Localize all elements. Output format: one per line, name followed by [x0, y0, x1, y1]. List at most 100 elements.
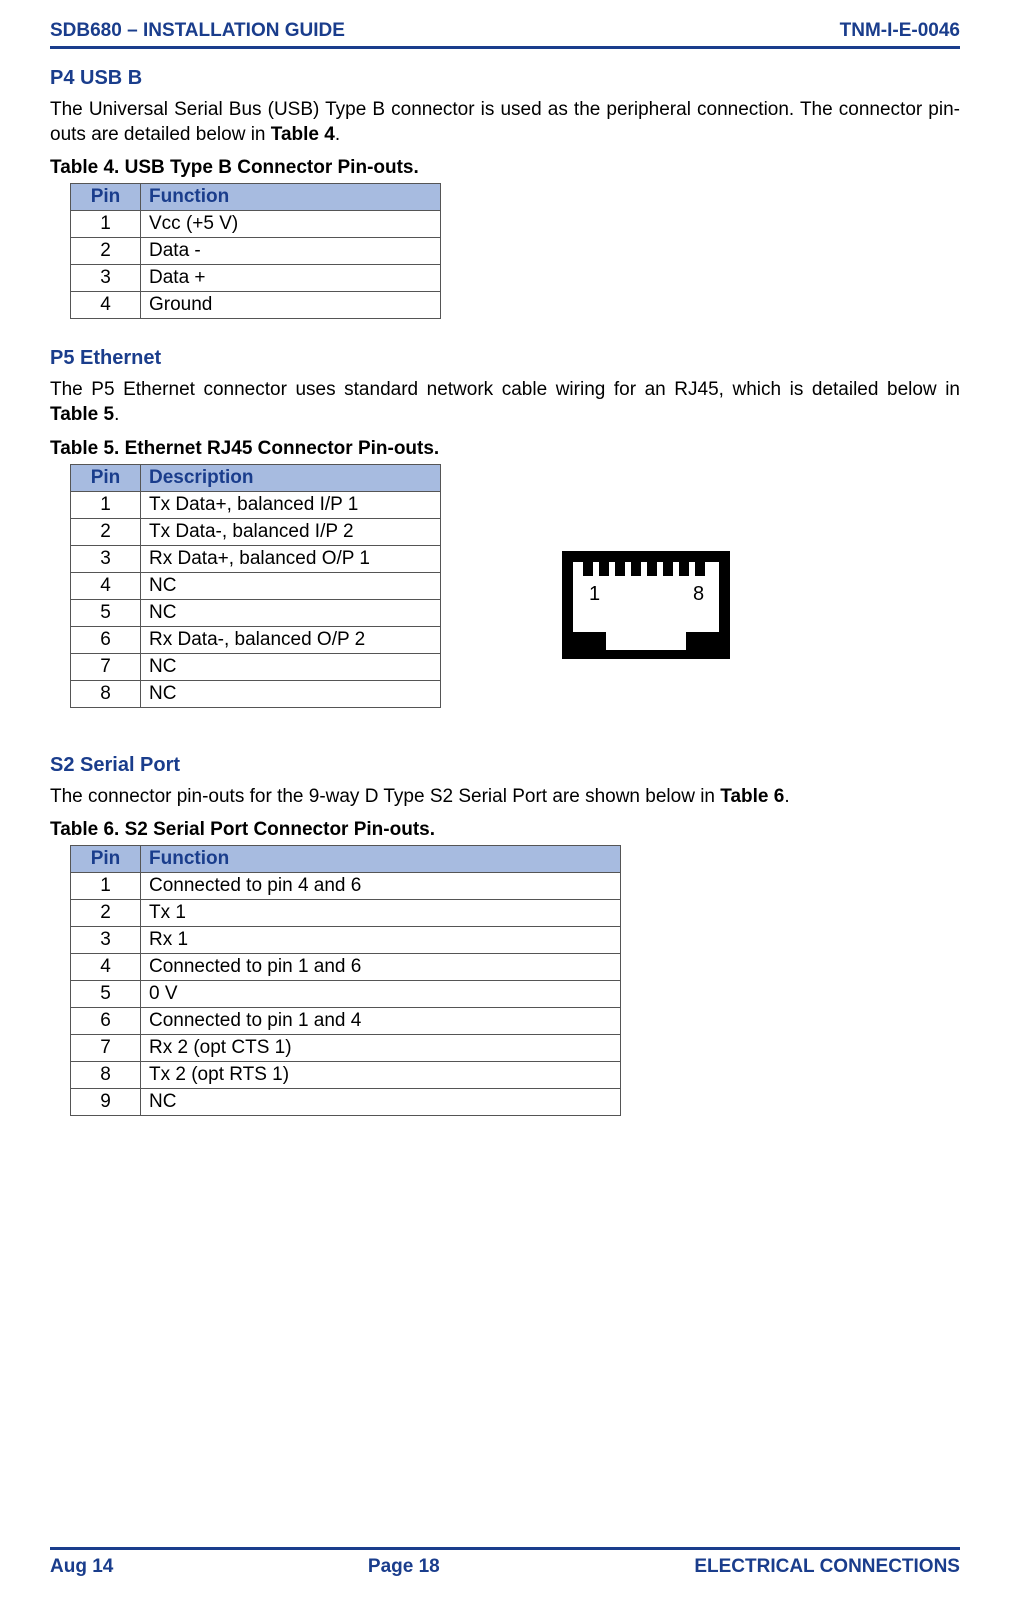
paragraph-ethernet: The P5 Ethernet connector uses standard … — [50, 378, 960, 427]
table-row: 9NC — [71, 1089, 621, 1116]
cell-pin: 4 — [71, 292, 141, 319]
rj45-connector-icon: 1 8 — [561, 550, 731, 660]
footer-page-number: Page 18 — [368, 1556, 440, 1578]
table5-header-desc: Description — [141, 464, 441, 491]
cell-pin: 1 — [71, 873, 141, 900]
table-row: 2Data - — [71, 238, 441, 265]
cell-pin: 7 — [71, 653, 141, 680]
cell-func: Connected to pin 1 and 4 — [141, 1008, 621, 1035]
paragraph-serial: The connector pin-outs for the 9-way D T… — [50, 785, 960, 810]
cell-pin: 6 — [71, 626, 141, 653]
table5-header-pin: Pin — [71, 464, 141, 491]
table-row: Pin Function — [71, 184, 441, 211]
cell-func: Connected to pin 1 and 6 — [141, 954, 621, 981]
cell-pin: 9 — [71, 1089, 141, 1116]
page-header: SDB680 – INSTALLATION GUIDE TNM-I-E-0046 — [50, 20, 960, 49]
table-row: 2Tx Data-, balanced I/P 2 — [71, 518, 441, 545]
cell-func: NC — [141, 1089, 621, 1116]
cell-pin: 2 — [71, 238, 141, 265]
header-title-left: SDB680 – INSTALLATION GUIDE — [50, 20, 345, 42]
table-row: 3Rx Data+, balanced O/P 1 — [71, 545, 441, 572]
cell-pin: 3 — [71, 265, 141, 292]
table6-header-func: Function — [141, 846, 621, 873]
table-row: 6Rx Data-, balanced O/P 2 — [71, 626, 441, 653]
eth-text-prefix: The P5 Ethernet connector uses standard … — [50, 379, 960, 400]
table-row: 4NC — [71, 572, 441, 599]
table4-header-func: Function — [141, 184, 441, 211]
cell-pin: 4 — [71, 572, 141, 599]
cell-pin: 7 — [71, 1035, 141, 1062]
cell-func: Rx Data-, balanced O/P 2 — [141, 626, 441, 653]
cell-func: NC — [141, 680, 441, 707]
cell-func: NC — [141, 572, 441, 599]
cell-pin: 6 — [71, 1008, 141, 1035]
cell-pin: 2 — [71, 900, 141, 927]
table6: Pin Function 1Connected to pin 4 and 6 2… — [70, 845, 621, 1116]
table-row: 1Tx Data+, balanced I/P 1 — [71, 491, 441, 518]
rj45-label-8: 8 — [693, 583, 704, 605]
cell-pin: 5 — [71, 599, 141, 626]
section-title-usb: P4 USB B — [50, 67, 960, 90]
cell-func: Rx Data+, balanced O/P 1 — [141, 545, 441, 572]
table-row: 50 V — [71, 981, 621, 1008]
table-row: 3Data + — [71, 265, 441, 292]
table-row: 6Connected to pin 1 and 4 — [71, 1008, 621, 1035]
cell-func: NC — [141, 599, 441, 626]
table4: Pin Function 1Vcc (+5 V) 2Data - 3Data +… — [70, 183, 441, 319]
page-footer: Aug 14 Page 18 ELECTRICAL CONNECTIONS — [50, 1547, 960, 1578]
table-row: 5NC — [71, 599, 441, 626]
cell-pin: 8 — [71, 1062, 141, 1089]
table6-header-pin: Pin — [71, 846, 141, 873]
cell-pin: 8 — [71, 680, 141, 707]
footer-date: Aug 14 — [50, 1556, 113, 1578]
cell-pin: 5 — [71, 981, 141, 1008]
table-row: 4Connected to pin 1 and 6 — [71, 954, 621, 981]
header-code-right: TNM-I-E-0046 — [840, 20, 960, 42]
table-row: 7Rx 2 (opt CTS 1) — [71, 1035, 621, 1062]
rj45-label-1: 1 — [589, 583, 600, 605]
table-row: 7NC — [71, 653, 441, 680]
cell-func: Vcc (+5 V) — [141, 211, 441, 238]
cell-func: Tx 2 (opt RTS 1) — [141, 1062, 621, 1089]
table-row: 2Tx 1 — [71, 900, 621, 927]
table-row: 8Tx 2 (opt RTS 1) — [71, 1062, 621, 1089]
cell-func: NC — [141, 653, 441, 680]
cell-func: Rx 2 (opt CTS 1) — [141, 1035, 621, 1062]
footer-section-name: ELECTRICAL CONNECTIONS — [694, 1556, 960, 1578]
usb-text-bold: Table 4 — [271, 124, 335, 145]
table6-caption: Table 6. S2 Serial Port Connector Pin-ou… — [50, 819, 960, 841]
eth-text-suffix: . — [114, 404, 119, 425]
cell-pin: 1 — [71, 211, 141, 238]
table4-caption: Table 4. USB Type B Connector Pin-outs. — [50, 157, 960, 179]
eth-text-bold: Table 5 — [50, 404, 114, 425]
cell-func: Tx Data+, balanced I/P 1 — [141, 491, 441, 518]
table5-caption: Table 5. Ethernet RJ45 Connector Pin-out… — [50, 438, 960, 460]
cell-pin: 2 — [71, 518, 141, 545]
cell-func: Data - — [141, 238, 441, 265]
cell-func: Rx 1 — [141, 927, 621, 954]
cell-func: Data + — [141, 265, 441, 292]
table-row: Pin Function — [71, 846, 621, 873]
section-title-ethernet: P5 Ethernet — [50, 347, 960, 370]
cell-func: Tx Data-, balanced I/P 2 — [141, 518, 441, 545]
usb-text-prefix: The Universal Serial Bus (USB) Type B co… — [50, 99, 960, 145]
table5: Pin Description 1Tx Data+, balanced I/P … — [70, 464, 441, 708]
table-row: 4Ground — [71, 292, 441, 319]
cell-pin: 4 — [71, 954, 141, 981]
section-title-serial: S2 Serial Port — [50, 754, 960, 777]
cell-func: Ground — [141, 292, 441, 319]
serial-text-bold: Table 6 — [720, 786, 784, 807]
table-row: 1Connected to pin 4 and 6 — [71, 873, 621, 900]
table-row: 8NC — [71, 680, 441, 707]
table4-header-pin: Pin — [71, 184, 141, 211]
cell-pin: 3 — [71, 545, 141, 572]
table-row: 3Rx 1 — [71, 927, 621, 954]
cell-func: Tx 1 — [141, 900, 621, 927]
serial-text-prefix: The connector pin-outs for the 9-way D T… — [50, 786, 720, 807]
cell-func: Connected to pin 4 and 6 — [141, 873, 621, 900]
serial-text-suffix: . — [784, 786, 789, 807]
cell-func: 0 V — [141, 981, 621, 1008]
table-row: Pin Description — [71, 464, 441, 491]
usb-text-suffix: . — [335, 124, 340, 145]
paragraph-usb: The Universal Serial Bus (USB) Type B co… — [50, 98, 960, 147]
